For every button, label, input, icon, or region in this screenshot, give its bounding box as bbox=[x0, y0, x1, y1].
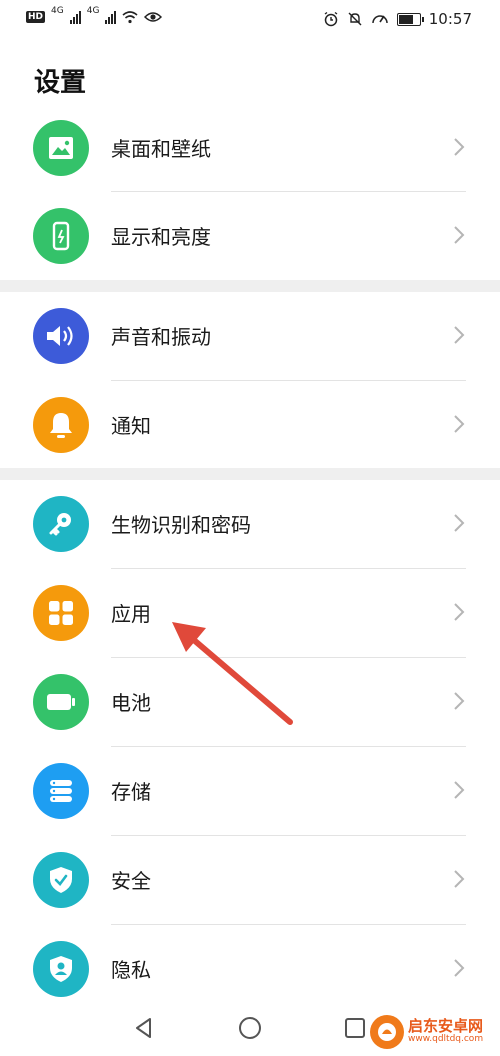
speed-icon bbox=[372, 15, 388, 24]
home-icon bbox=[239, 1017, 261, 1039]
settings-item-label: 安全 bbox=[111, 869, 151, 893]
settings-item-label: 生物识别和密码 bbox=[111, 513, 251, 537]
settings-item-label: 电池 bbox=[111, 691, 151, 715]
privacy-icon bbox=[33, 941, 89, 997]
group-separator bbox=[0, 280, 500, 292]
settings-item-notifications[interactable]: 通知 bbox=[0, 381, 500, 469]
status-left: HD 4G 4G bbox=[26, 6, 163, 24]
settings-item-wallpaper[interactable]: 桌面和壁纸 bbox=[0, 104, 500, 192]
settings-item-apps[interactable]: 应用 bbox=[0, 569, 500, 657]
settings-item-label: 应用 bbox=[111, 602, 151, 626]
sound-icon bbox=[33, 308, 89, 364]
alarm-icon bbox=[324, 11, 338, 27]
network-label-2: 4G bbox=[86, 6, 100, 16]
battery-icon bbox=[33, 674, 89, 730]
chevron-right-icon bbox=[454, 959, 465, 977]
settings-item-battery[interactable]: 电池 bbox=[0, 658, 500, 746]
recents-button[interactable] bbox=[341, 1014, 369, 1042]
settings-item-label: 声音和振动 bbox=[111, 325, 211, 349]
bell-icon bbox=[33, 397, 89, 453]
watermark-text: 启东安卓网 www.qdltdq.com bbox=[408, 1019, 483, 1044]
back-icon bbox=[136, 1018, 151, 1038]
network-label-1: 4G bbox=[51, 6, 64, 16]
eye-icon bbox=[144, 12, 163, 22]
settings-item-label: 存储 bbox=[111, 780, 151, 804]
group-separator bbox=[0, 468, 500, 480]
settings-item-label: 桌面和壁纸 bbox=[111, 137, 211, 161]
chevron-right-icon bbox=[454, 514, 465, 532]
settings-item-storage[interactable]: 存储 bbox=[0, 747, 500, 835]
settings-item-security[interactable]: 安全 bbox=[0, 836, 500, 924]
settings-item-label: 隐私 bbox=[111, 958, 151, 982]
chevron-right-icon bbox=[454, 415, 465, 433]
chevron-right-icon bbox=[454, 138, 465, 156]
shield-icon bbox=[33, 852, 89, 908]
home-button[interactable] bbox=[236, 1014, 264, 1042]
status-bar: HD 4G 4G 10:57 bbox=[0, 0, 500, 42]
watermark-logo-icon bbox=[370, 1015, 404, 1049]
chevron-right-icon bbox=[454, 326, 465, 344]
signal-icon bbox=[69, 10, 81, 24]
page-title: 设置 bbox=[34, 68, 87, 98]
mute-icon bbox=[348, 12, 362, 26]
settings-item-display[interactable]: 显示和亮度 bbox=[0, 192, 500, 280]
hd-badge: HD bbox=[26, 11, 46, 23]
status-right: 10:57 bbox=[323, 10, 472, 28]
settings-item-sound[interactable]: 声音和振动 bbox=[0, 292, 500, 380]
watermark-url: www.qdltdq.com bbox=[408, 1034, 484, 1045]
wallpaper-icon bbox=[33, 120, 89, 176]
chevron-right-icon bbox=[454, 781, 465, 799]
settings-item-label: 显示和亮度 bbox=[111, 225, 211, 249]
back-button[interactable] bbox=[130, 1014, 158, 1042]
signal-icon-2 bbox=[105, 10, 117, 24]
key-icon bbox=[33, 496, 89, 552]
chevron-right-icon bbox=[454, 226, 465, 244]
chevron-right-icon bbox=[454, 692, 465, 710]
chevron-right-icon bbox=[454, 870, 465, 888]
wifi-icon bbox=[122, 11, 138, 24]
watermark: 启东安卓网 www.qdltdq.com bbox=[370, 1010, 496, 1054]
storage-icon bbox=[33, 763, 89, 819]
apps-icon bbox=[33, 585, 89, 641]
battery-icon bbox=[396, 12, 424, 26]
recents-icon bbox=[345, 1018, 365, 1038]
display-icon bbox=[33, 208, 89, 264]
settings-item-biometrics[interactable]: 生物识别和密码 bbox=[0, 480, 500, 568]
chevron-right-icon bbox=[454, 603, 465, 621]
settings-item-label: 通知 bbox=[111, 414, 151, 438]
clock: 10:57 bbox=[428, 10, 472, 28]
watermark-title: 启东安卓网 bbox=[408, 1017, 484, 1036]
